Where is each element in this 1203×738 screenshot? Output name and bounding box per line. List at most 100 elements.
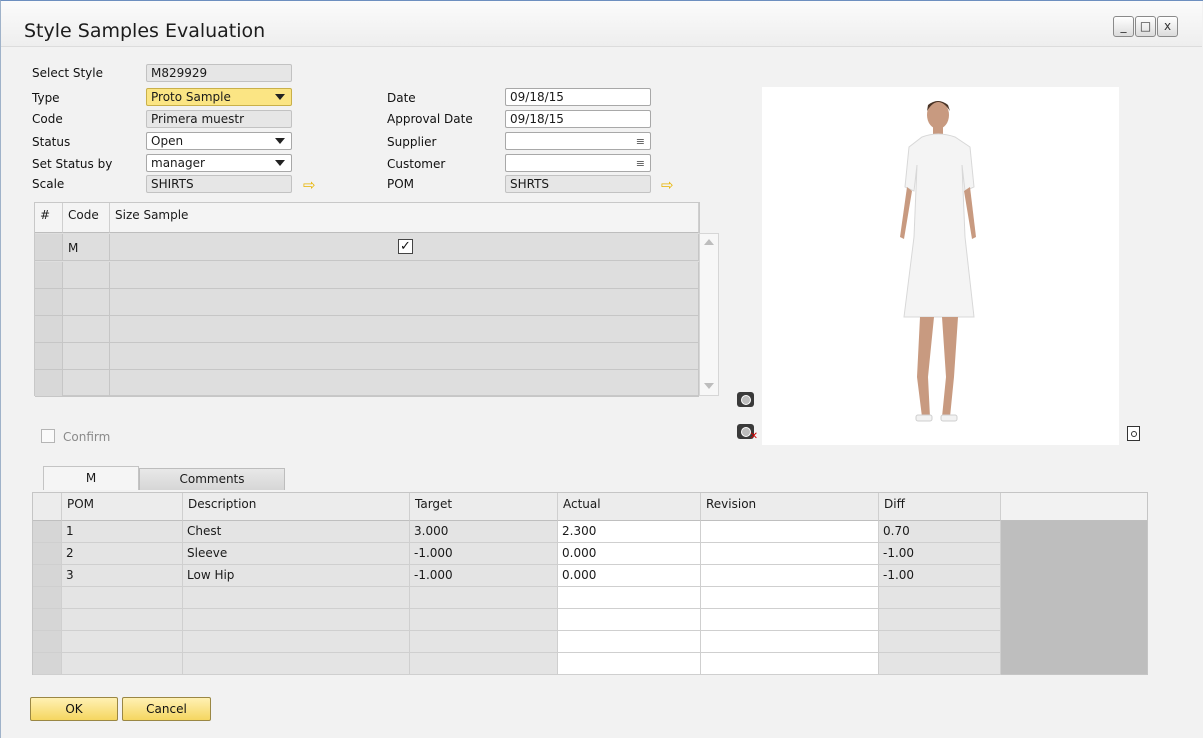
set-status-by-dropdown[interactable]: manager bbox=[146, 154, 292, 172]
pom-link-arrow-icon[interactable]: ⇨ bbox=[661, 178, 674, 193]
revision-cell[interactable] bbox=[701, 631, 879, 653]
date-field[interactable]: 09/18/15 bbox=[505, 88, 651, 106]
tab-comments[interactable]: Comments bbox=[139, 468, 285, 490]
diff-cell[interactable] bbox=[879, 653, 1001, 675]
code-cell[interactable] bbox=[63, 289, 110, 315]
close-button[interactable]: x bbox=[1157, 16, 1178, 37]
table-row[interactable] bbox=[35, 289, 699, 316]
select-style-field[interactable]: M829929 bbox=[146, 64, 292, 82]
size-sample-cell[interactable] bbox=[110, 370, 699, 396]
revision-cell[interactable] bbox=[701, 565, 879, 587]
code-cell[interactable] bbox=[63, 316, 110, 342]
table-row[interactable] bbox=[35, 370, 699, 397]
table-row[interactable] bbox=[33, 587, 1001, 609]
preview-document-icon[interactable] bbox=[1127, 426, 1140, 441]
actual-cell[interactable] bbox=[558, 631, 701, 653]
pom-field[interactable]: SHRTS bbox=[505, 175, 651, 193]
table-row[interactable]: 1 Chest 3.000 2.300 0.70 bbox=[33, 521, 1001, 543]
row-selector[interactable] bbox=[35, 343, 63, 369]
column-header-code[interactable]: Code bbox=[63, 203, 110, 233]
pom-cell[interactable] bbox=[62, 587, 183, 609]
pom-cell[interactable]: 2 bbox=[62, 543, 183, 565]
row-selector[interactable] bbox=[35, 316, 63, 342]
row-selector[interactable] bbox=[35, 289, 63, 315]
cancel-button[interactable]: Cancel bbox=[122, 697, 211, 721]
row-selector[interactable] bbox=[33, 543, 62, 565]
revision-cell[interactable] bbox=[701, 543, 879, 565]
description-cell[interactable]: Chest bbox=[183, 521, 410, 543]
minimize-button[interactable]: _ bbox=[1113, 16, 1134, 37]
pom-cell[interactable]: 1 bbox=[62, 521, 183, 543]
column-header-number[interactable]: # bbox=[35, 203, 63, 233]
target-cell[interactable] bbox=[410, 653, 558, 675]
row-selector[interactable] bbox=[33, 653, 62, 675]
actual-cell[interactable] bbox=[558, 587, 701, 609]
target-cell[interactable] bbox=[410, 587, 558, 609]
table-row[interactable] bbox=[33, 609, 1001, 631]
table-row[interactable] bbox=[33, 631, 1001, 653]
size-sample-cell[interactable] bbox=[110, 289, 699, 315]
size-sample-cell[interactable] bbox=[110, 343, 699, 369]
code-cell[interactable] bbox=[63, 370, 110, 396]
actual-cell[interactable]: 2.300 bbox=[558, 521, 701, 543]
target-cell[interactable] bbox=[410, 631, 558, 653]
pom-cell[interactable] bbox=[62, 653, 183, 675]
column-header-size-sample[interactable]: Size Sample bbox=[110, 203, 699, 233]
table-row[interactable]: M ✓ bbox=[35, 234, 699, 261]
tab-m[interactable]: M bbox=[43, 466, 139, 490]
column-header-actual[interactable]: Actual bbox=[558, 493, 701, 521]
target-cell[interactable]: 3.000 bbox=[410, 521, 558, 543]
scale-field[interactable]: SHIRTS bbox=[146, 175, 292, 193]
description-cell[interactable] bbox=[183, 631, 410, 653]
table-row[interactable] bbox=[35, 262, 699, 289]
code-cell[interactable] bbox=[63, 343, 110, 369]
camera-icon[interactable] bbox=[737, 392, 754, 407]
row-selector[interactable] bbox=[33, 565, 62, 587]
size-sample-cell[interactable] bbox=[110, 262, 699, 288]
list-choose-icon[interactable]: ≡ bbox=[636, 134, 645, 149]
scroll-up-icon[interactable] bbox=[704, 239, 714, 245]
column-header-revision[interactable]: Revision bbox=[701, 493, 879, 521]
diff-cell[interactable]: -1.00 bbox=[879, 543, 1001, 565]
code-cell[interactable] bbox=[63, 262, 110, 288]
approval-date-field[interactable]: 09/18/15 bbox=[505, 110, 651, 128]
row-selector[interactable] bbox=[33, 587, 62, 609]
actual-cell[interactable]: 0.000 bbox=[558, 543, 701, 565]
row-selector[interactable] bbox=[35, 234, 63, 260]
table-row[interactable]: 2 Sleeve -1.000 0.000 -1.00 bbox=[33, 543, 1001, 565]
column-header-description[interactable]: Description bbox=[183, 493, 410, 521]
diff-cell[interactable] bbox=[879, 609, 1001, 631]
actual-cell[interactable] bbox=[558, 609, 701, 631]
size-grid-scrollbar[interactable] bbox=[699, 233, 719, 396]
code-field[interactable]: Primera muestr bbox=[146, 110, 292, 128]
scale-link-arrow-icon[interactable]: ⇨ bbox=[303, 178, 316, 193]
description-cell[interactable] bbox=[183, 609, 410, 631]
list-choose-icon[interactable]: ≡ bbox=[636, 156, 645, 171]
scroll-down-icon[interactable] bbox=[704, 383, 714, 389]
row-selector[interactable] bbox=[35, 262, 63, 288]
size-sample-checkbox[interactable]: ✓ bbox=[398, 239, 413, 254]
remove-photo-camera-icon[interactable]: ✕ bbox=[737, 424, 758, 442]
actual-cell[interactable]: 0.000 bbox=[558, 565, 701, 587]
description-cell[interactable]: Low Hip bbox=[183, 565, 410, 587]
revision-cell[interactable] bbox=[701, 587, 879, 609]
column-header-diff[interactable]: Diff bbox=[879, 493, 1001, 521]
row-selector[interactable] bbox=[33, 521, 62, 543]
target-cell[interactable]: -1.000 bbox=[410, 543, 558, 565]
table-row[interactable] bbox=[33, 653, 1001, 675]
type-dropdown[interactable]: Proto Sample bbox=[146, 88, 292, 106]
revision-cell[interactable] bbox=[701, 521, 879, 543]
size-sample-cell[interactable]: ✓ bbox=[110, 234, 699, 260]
size-sample-cell[interactable] bbox=[110, 316, 699, 342]
description-cell[interactable] bbox=[183, 653, 410, 675]
diff-cell[interactable]: -1.00 bbox=[879, 565, 1001, 587]
description-cell[interactable] bbox=[183, 587, 410, 609]
column-header-target[interactable]: Target bbox=[410, 493, 558, 521]
pom-cell[interactable]: 3 bbox=[62, 565, 183, 587]
ok-button[interactable]: OK bbox=[30, 697, 118, 721]
code-cell[interactable]: M bbox=[63, 234, 110, 260]
row-selector[interactable] bbox=[33, 609, 62, 631]
table-row[interactable] bbox=[35, 316, 699, 343]
maximize-button[interactable]: □ bbox=[1135, 16, 1156, 37]
diff-cell[interactable] bbox=[879, 587, 1001, 609]
